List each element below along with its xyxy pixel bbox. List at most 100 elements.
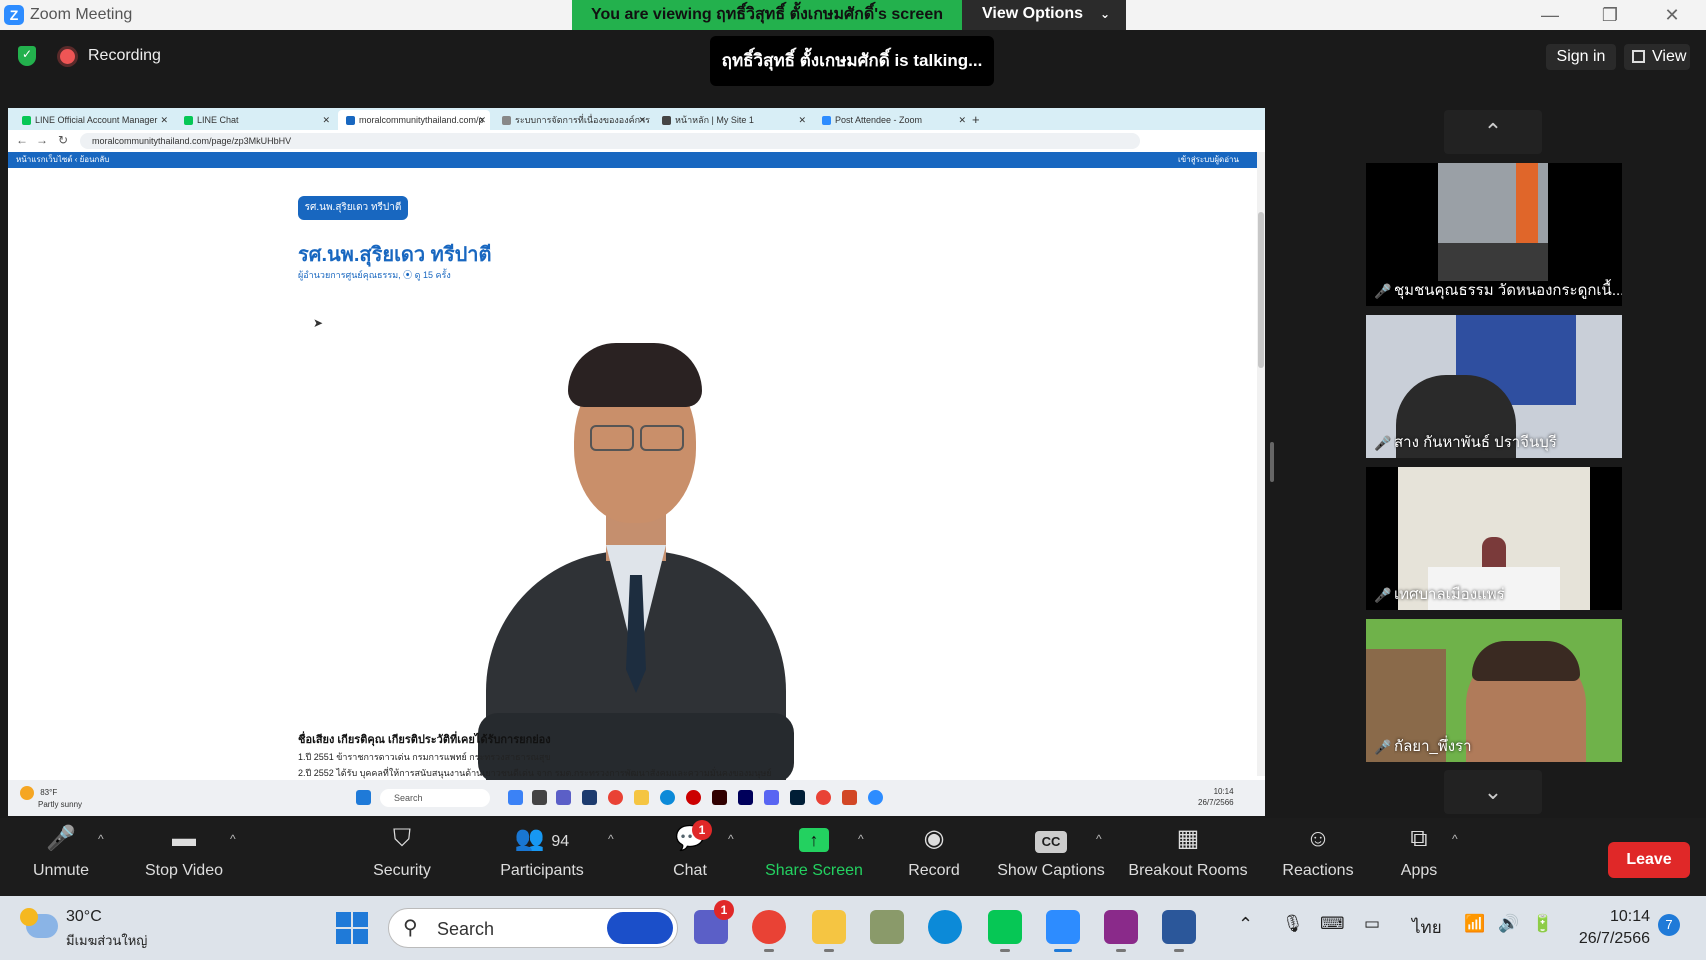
wifi-icon[interactable]: 📶 [1464,914,1485,934]
reload-icon[interactable]: ↻ [58,133,68,147]
security-button[interactable]: ⛉ Security [364,824,440,890]
bio-line: 1.ปี 2551 ข้าราชการดาวเด่น กรมการแพทย์ ก… [298,752,551,762]
participant-tile[interactable]: 🎤 ชุมชนคุณธรรม วัดหนองกระดูกเนื้... [1366,163,1622,306]
browser-tab[interactable]: LINE Official Account Manager ✕ [14,110,172,130]
close-tab-icon[interactable]: ✕ [798,110,806,130]
restore-button[interactable]: ❐ [1590,2,1630,28]
security-shield-icon: ⛉ [393,825,411,852]
audio-options-caret-icon[interactable]: ^ [98,832,104,846]
apps-button[interactable]: ⧉ Apps [1394,824,1444,890]
participant-name: กัลยา_พึ่งรา [1394,738,1472,755]
shared-taskbar: 83°F Partly sunny Search 10:14 26/7/2566 [8,780,1265,816]
teams-icon[interactable]: 1 [694,900,734,944]
chat-caret-icon[interactable]: ^ [728,832,734,846]
site-nav-home-link[interactable]: หน้าแรกเว็บไซต์ ‹ ย้อนกลับ [16,152,109,168]
apps-caret-icon[interactable]: ^ [1452,832,1458,846]
photo-hair [568,343,702,407]
browser-tab[interactable]: หน้าหลัก | My Site 1 ✕ [654,110,810,130]
participants-caret-icon[interactable]: ^ [608,832,614,846]
line-icon[interactable] [988,910,1022,952]
browser-url-bar: ← → ↻ moralcommunitythailand.com/page/zp… [8,130,1265,152]
new-tab-button[interactable]: + [972,110,992,130]
breakout-rooms-button[interactable]: ▦ Breakout Rooms [1126,824,1250,890]
zoom-icon[interactable] [1046,910,1080,952]
participant-tile[interactable]: 🎤 เทศบาลเมืองแพร่ [1366,467,1622,610]
app-icon[interactable] [870,910,904,944]
video-options-caret-icon[interactable]: ^ [230,832,236,846]
hair [1472,641,1580,681]
desk [1438,243,1548,281]
gallery-down-button[interactable]: ⌄ [1444,770,1542,814]
language-indicator[interactable]: ไทย [1412,914,1442,941]
participant-name: ชุมชนคุณธรรม วัดหนองกระดูกเนื้... [1394,282,1622,299]
scroll-thumb[interactable] [1258,212,1264,368]
taskbar-search[interactable]: ⚲ Search [388,908,678,948]
keyboard-icon[interactable]: ⌨ [1320,914,1345,934]
browser-tab[interactable]: Post Attendee - Zoom ✕ [814,110,970,130]
page-scrollbar[interactable] [1257,152,1265,776]
notification-badge[interactable]: 7 [1658,914,1680,936]
windows-start-icon[interactable] [336,912,368,944]
view-label: View [1652,48,1687,65]
chrome-icon[interactable] [752,910,786,952]
sign-in-button[interactable]: Sign in [1546,44,1616,70]
view-button[interactable]: View [1624,44,1690,70]
battery-icon[interactable]: 🔋 [1532,914,1553,934]
share-caret-icon[interactable]: ^ [858,832,864,846]
site-favicon-icon [662,116,671,126]
browser-tab-active[interactable]: moralcommunitythailand.com/p ✕ [338,110,490,130]
volume-icon[interactable]: 🔊 [1498,914,1519,934]
leave-button[interactable]: Leave [1608,842,1690,878]
close-button[interactable]: ✕ [1652,2,1692,28]
record-button[interactable]: ◉ Record [904,824,964,890]
encryption-shield-icon[interactable] [18,46,36,66]
view-options-label: View Options [982,5,1084,22]
taskbar-clock[interactable]: 10:14 26/7/2566 [1554,906,1650,950]
show-captions-button[interactable]: CC Show Captions [996,824,1106,890]
chat-button[interactable]: 💬 1 Chat [662,820,718,890]
muted-mic-icon: 🎤 [1374,435,1392,451]
view-options-button[interactable]: View Options ⌄ [962,0,1126,30]
browser-tab[interactable]: ระบบการจัดการที่เนื่องขององค์การ ✕ [494,110,650,130]
close-tab-icon[interactable]: ✕ [478,110,486,130]
close-tab-icon[interactable]: ✕ [160,110,168,130]
forward-icon[interactable]: → [36,133,48,147]
back-icon[interactable]: ← [16,133,28,147]
shared-screen[interactable]: LINE Official Account Manager ✕ LINE Chat… [8,108,1265,816]
microphone-icon[interactable]: 🎙 [1282,914,1304,934]
browser-tab[interactable]: LINE Chat ✕ [176,110,334,130]
gallery-resize-handle[interactable] [1270,442,1274,482]
url-field[interactable]: moralcommunitythailand.com/page/zp3MkUHb… [80,133,1140,149]
recording-icon [60,49,75,64]
gallery-up-button[interactable]: ⌃ [1444,110,1542,154]
weather-condition[interactable]: มีเมฆส่วนใหญ่ [66,930,147,951]
weather-cloud-icon[interactable] [20,908,58,938]
weather-temp[interactable]: 30°C [66,908,102,926]
participant-tile[interactable]: 🎤 สาง กันหาพันธ์ ปราจีนบุรี [1366,315,1622,458]
profile-name-pill[interactable]: รศ.นพ.สุริยเดว ทรีปาตี [298,196,408,220]
close-tab-icon[interactable]: ✕ [638,110,646,130]
edge-icon[interactable] [928,910,962,944]
reactions-button[interactable]: ☺ Reactions [1280,824,1356,890]
minimize-button[interactable]: — [1530,2,1570,28]
file-explorer-icon[interactable] [812,910,846,952]
site-login-link[interactable]: เข้าสู่ระบบผู้ดอ่าน [1178,152,1239,168]
shared-app-icon [532,790,547,805]
bio-line: 2.ปี 2552 ได้รับ บุคคลที่ให้การสนับสนุนง… [298,768,772,778]
word-icon[interactable] [1162,910,1196,952]
participant-tile[interactable]: 🎤 กัลยา_พึ่งรา [1366,619,1622,762]
running-indicator [1000,949,1010,952]
share-screen-button[interactable]: ↑ Share Screen [764,824,864,890]
close-tab-icon[interactable]: ✕ [322,110,330,130]
bing-icon[interactable] [607,912,673,944]
tablet-icon[interactable]: ▭ [1364,914,1380,934]
unmute-button[interactable]: 🎤 Unmute [20,824,102,890]
sun-icon [20,786,34,800]
close-tab-icon[interactable]: ✕ [958,110,966,130]
stop-video-button[interactable]: ▬ Stop Video [134,824,234,890]
pdf-app-icon[interactable] [1104,910,1138,952]
tray-overflow-icon[interactable]: ⌃ [1238,914,1253,935]
participants-button[interactable]: 👥 94 Participants [494,824,590,890]
captions-caret-icon[interactable]: ^ [1096,832,1102,846]
reactions-emoji-icon: ☺ [1305,825,1331,852]
